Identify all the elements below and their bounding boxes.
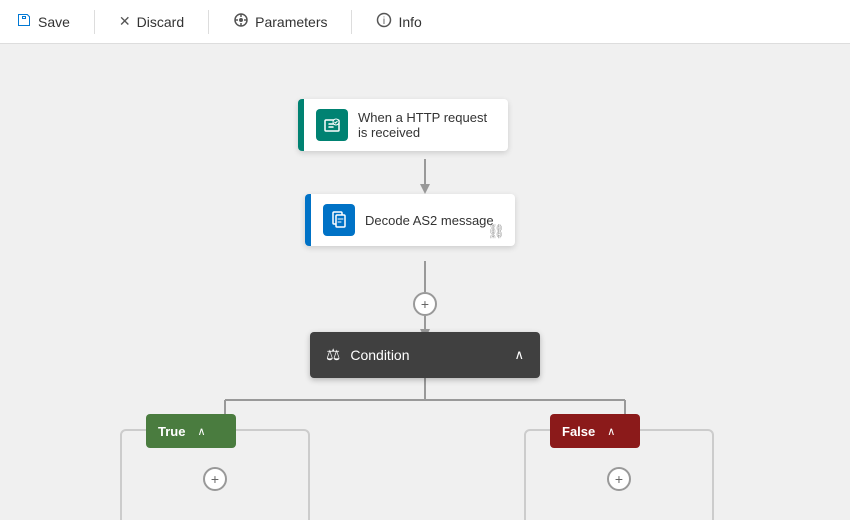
info-label: Info	[398, 14, 421, 30]
canvas: When a HTTP request is received Decode A…	[0, 44, 850, 520]
true-branch-label: True	[158, 424, 185, 439]
discard-icon: ✕	[119, 13, 131, 30]
parameters-button[interactable]: Parameters	[233, 12, 327, 31]
add-step-true-button[interactable]: +	[203, 467, 227, 491]
false-branch-chevron-icon: ∧	[607, 425, 615, 438]
false-branch-header[interactable]: False ∧	[550, 414, 640, 448]
divider-1	[94, 10, 95, 34]
divider-2	[208, 10, 209, 34]
condition-label: Condition	[350, 347, 409, 363]
info-icon: i	[376, 12, 392, 31]
add-step-button-1[interactable]: +	[413, 292, 437, 316]
http-request-label: When a HTTP request is received	[358, 110, 496, 140]
plus-icon-false: +	[615, 472, 623, 486]
save-button[interactable]: Save	[16, 12, 70, 31]
http-request-node[interactable]: When a HTTP request is received	[298, 99, 508, 151]
discard-button[interactable]: ✕ Discard	[119, 13, 184, 30]
save-icon	[16, 12, 32, 31]
decode-as2-node[interactable]: Decode AS2 message ⛓	[305, 194, 515, 246]
true-branch-box: True ∧ +	[120, 429, 310, 520]
true-branch-chevron-icon: ∧	[197, 425, 205, 438]
true-branch-header[interactable]: True ∧	[146, 414, 236, 448]
save-label: Save	[38, 14, 70, 30]
plus-icon-true: +	[211, 472, 219, 486]
info-button[interactable]: i Info	[376, 12, 421, 31]
parameters-label: Parameters	[255, 14, 327, 30]
link-icon: ⛓	[487, 223, 505, 240]
decode-as2-label: Decode AS2 message	[365, 213, 494, 228]
plus-icon-1: +	[421, 297, 429, 311]
false-branch-label: False	[562, 424, 595, 439]
discard-label: Discard	[137, 14, 184, 30]
toolbar: Save ✕ Discard Parameters i Info	[0, 0, 850, 44]
divider-3	[351, 10, 352, 34]
condition-icon: ⚖	[326, 345, 340, 365]
condition-chevron-icon: ∧	[514, 347, 524, 363]
add-step-false-button[interactable]: +	[607, 467, 631, 491]
svg-text:i: i	[383, 16, 385, 27]
condition-node[interactable]: ⚖ Condition ∧	[310, 332, 540, 378]
false-branch-box: False ∧ +	[524, 429, 714, 520]
parameters-icon	[233, 12, 249, 31]
